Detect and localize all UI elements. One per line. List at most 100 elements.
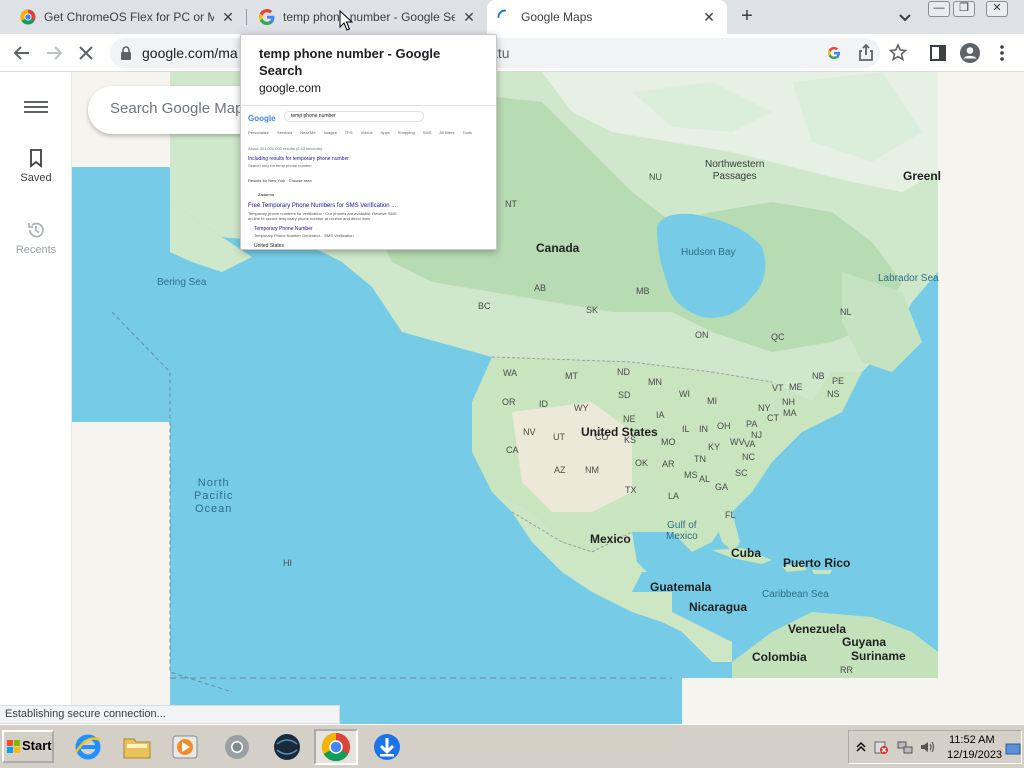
screen: Get ChromeOS Flex for PC or Mac - ✕ temp… — [0, 0, 1024, 768]
recents-button[interactable]: Recents — [0, 220, 72, 256]
label-nicaragua[interactable]: Nicaragua — [689, 600, 747, 614]
side-panel-icon[interactable] — [926, 41, 950, 65]
label-hudson-bay: Hudson Bay — [681, 247, 736, 258]
clock-time[interactable]: 11:52 AM — [949, 734, 995, 746]
label-state: SD — [618, 390, 631, 400]
tab-google-maps[interactable]: Google Maps ✕ — [487, 0, 727, 34]
label-state: OK — [635, 458, 649, 468]
chrome-icon — [321, 732, 351, 762]
label-guyana[interactable]: Guyana — [842, 635, 886, 649]
tab-strip: Get ChromeOS Flex for PC or Mac - ✕ temp… — [0, 0, 1024, 34]
label-state: NE — [623, 414, 636, 424]
taskbar-app-dark[interactable] — [265, 729, 309, 765]
label-cuba[interactable]: Cuba — [731, 546, 761, 560]
tab-title: Get ChromeOS Flex for PC or Mac - — [44, 10, 214, 24]
saved-button[interactable]: Saved — [0, 148, 72, 184]
folder-icon — [123, 738, 151, 759]
new-tab-button[interactable]: + — [736, 6, 758, 28]
volume-icon[interactable] — [919, 739, 935, 755]
label-state: SK — [586, 305, 599, 315]
label-state: AZ — [554, 465, 566, 475]
start-button[interactable]: Start — [2, 730, 54, 763]
thumb-footer: United States — [254, 243, 285, 249]
taskbar-chrome[interactable] — [314, 729, 358, 765]
label-greenland[interactable]: Greenl — [903, 169, 941, 183]
tab-search-chevron-icon[interactable] — [896, 8, 914, 26]
hover-card-thumbnail: Google temp phone number Personalize Serv… — [242, 105, 496, 249]
tab-chromeos-flex[interactable]: Get ChromeOS Flex for PC or Mac - ✕ — [0, 0, 246, 34]
label-state: AL — [699, 474, 711, 484]
label-state: IA — [656, 410, 665, 420]
taskbar-downloads[interactable] — [365, 729, 409, 765]
label-state: PA — [746, 419, 758, 429]
mouse-cursor-icon — [339, 10, 353, 31]
label-north-pacific-ocean: North Pacific Ocean — [194, 477, 234, 515]
kebab-menu-icon[interactable] — [990, 41, 1014, 65]
hamburger-menu-icon[interactable] — [24, 98, 48, 116]
show-desktop-icon[interactable] — [1005, 741, 1021, 757]
tab-temp-phone-search[interactable]: temp phone number - Google Searc ✕ — [247, 0, 487, 34]
minimize-button[interactable]: — — [928, 1, 950, 17]
google-logo: Google — [248, 114, 276, 123]
thumb-tabs: Personalize Services Near Me Images TPS Video… — [248, 130, 472, 135]
back-arrow-icon[interactable] — [10, 41, 34, 65]
taskbar-media-player[interactable] — [163, 729, 207, 765]
restore-button[interactable]: ❐ — [953, 1, 975, 17]
label-state: RR — [840, 665, 853, 675]
label-mexico[interactable]: Mexico — [590, 532, 631, 546]
tab-close-icon[interactable]: ✕ — [701, 9, 717, 25]
bookmark-star-icon[interactable] — [886, 41, 910, 65]
status-bubble: Establishing secure connection... — [0, 705, 340, 724]
label-guatemala[interactable]: Guatemala — [650, 580, 711, 594]
thumb-search-field: temp phone number — [284, 111, 424, 122]
label-canada[interactable]: Canada — [536, 241, 579, 255]
label-venezuela[interactable]: Venezuela — [788, 622, 846, 636]
google-lens-icon[interactable] — [822, 41, 846, 65]
label-state: VA — [744, 439, 756, 449]
label-state: MN — [648, 377, 662, 387]
taskbar-internet-explorer[interactable] — [66, 729, 110, 765]
label-state: ME — [789, 382, 803, 392]
label-state: NL — [840, 307, 852, 317]
label-state: AR — [662, 459, 675, 469]
stop-loading-icon[interactable] — [74, 41, 98, 65]
label-bering-sea: Bering Sea — [157, 277, 207, 288]
tab-title: temp phone number - Google Searc — [283, 10, 455, 24]
browser-toolbar: google.com/ma ttu — [0, 34, 1024, 72]
profile-avatar-icon[interactable] — [958, 41, 982, 65]
label-colombia[interactable]: Colombia — [752, 650, 807, 664]
label-united-states[interactable]: United States — [581, 425, 658, 439]
internet-explorer-icon — [74, 734, 101, 760]
label-caribbean-sea: Caribbean Sea — [762, 589, 829, 600]
map-background — [72, 72, 1024, 724]
label-state: BC — [478, 301, 491, 311]
label-puerto-rico[interactable]: Puerto Rico — [783, 556, 850, 570]
thumb-location: Results for New York · Choose area — [248, 178, 312, 183]
label-state: OH — [717, 421, 731, 431]
label-state: QC — [771, 332, 785, 342]
taskbar-chrome-gray[interactable] — [215, 729, 259, 765]
label-suriname[interactable]: Suriname — [851, 649, 906, 663]
network-icon[interactable] — [897, 739, 913, 755]
close-window-button[interactable]: ✕ — [986, 1, 1008, 17]
label-state: CA — [506, 445, 519, 455]
taskbar-file-explorer[interactable] — [115, 729, 159, 765]
label-state: SC — [735, 468, 748, 478]
tab-close-icon[interactable]: ✕ — [461, 9, 477, 25]
tab-close-icon[interactable]: ✕ — [220, 9, 236, 25]
lock-icon[interactable] — [120, 46, 132, 60]
tray-expand-icon[interactable] — [853, 739, 869, 755]
label-state: NU — [649, 172, 662, 182]
security-alert-icon[interactable] — [873, 739, 889, 755]
tab-title: Google Maps — [521, 10, 593, 24]
google-maps-page: Saved Recents Canada United States Mexic… — [0, 72, 1024, 724]
start-label: Start — [22, 738, 52, 753]
windows-flag-icon — [7, 740, 20, 753]
map-canvas[interactable]: Canada United States Mexico Cuba Puerto … — [72, 72, 1024, 724]
label-labrador-sea: Labrador Sea — [878, 273, 939, 284]
share-icon[interactable] — [854, 41, 878, 65]
forward-arrow-icon[interactable] — [42, 41, 66, 65]
clock-date[interactable]: 12/19/2023 — [947, 749, 1002, 761]
label-state: MO — [661, 437, 676, 447]
google-g-icon — [259, 9, 275, 25]
